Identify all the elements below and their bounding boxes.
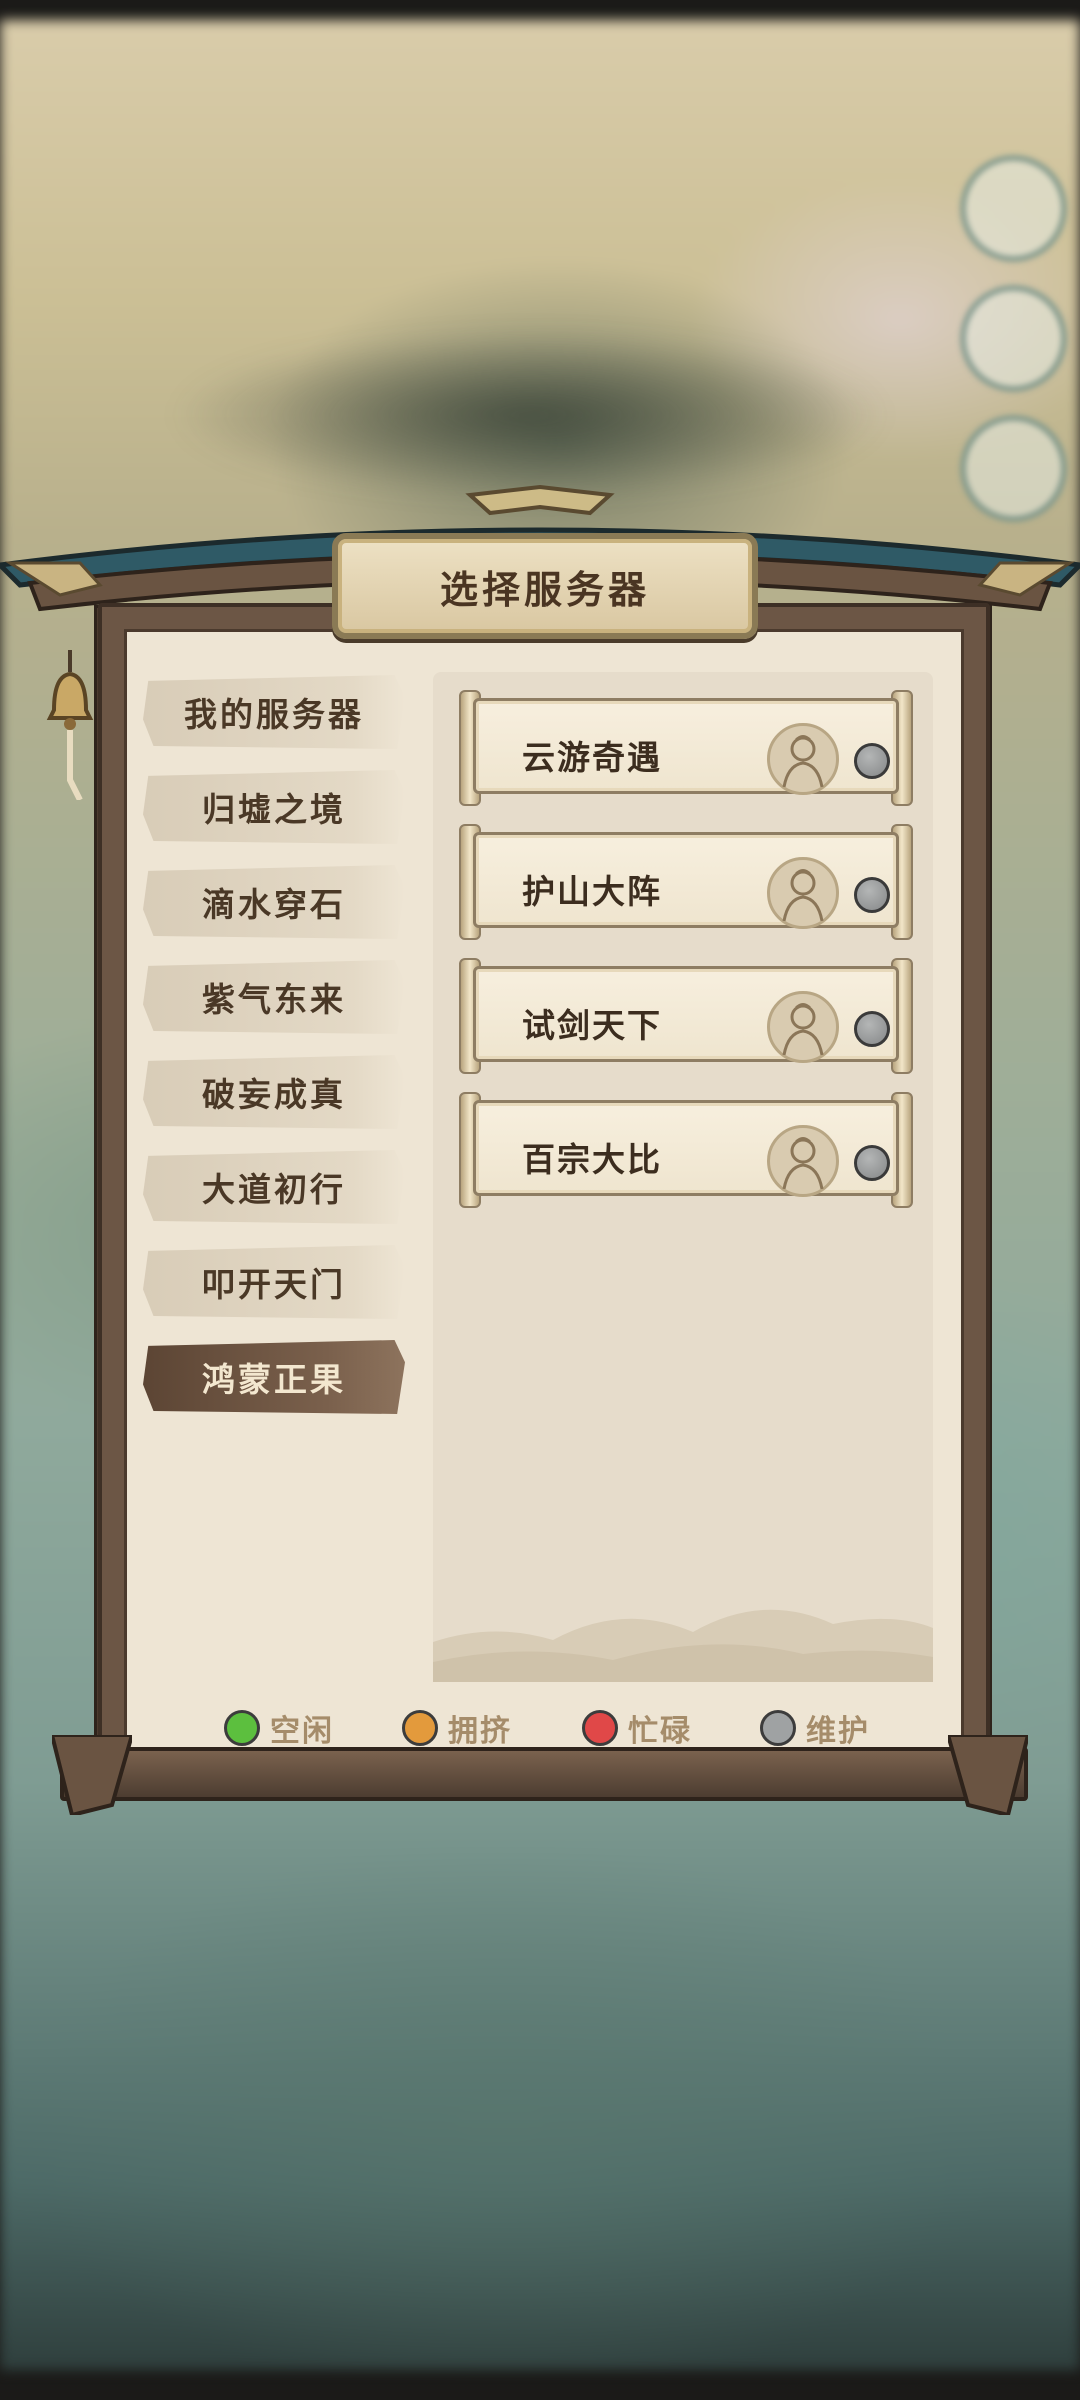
idle-status-icon [224,1710,260,1746]
background-circle-button [960,155,1067,262]
sidebar-item-koukai[interactable]: 叩开天门 [143,1245,405,1319]
sidebar-item-label: 我的服务器 [184,695,364,734]
sidebar-item-label: 鸿蒙正果 [202,1360,346,1399]
sidebar-item-label: 归墟之境 [202,790,346,829]
dialog-title: 选择服务器 [439,567,650,612]
legend-idle: 空闲 [224,1706,334,1750]
server-category-sidebar: 我的服务器 归墟之境 滴水穿石 紫气东来 破妄成真 大道初行 叩开天门 鸿蒙正果 [143,675,413,1435]
server-card[interactable]: 试剑天下 [459,958,913,1074]
busy-status-icon [582,1710,618,1746]
sidebar-item-label: 叩开天门 [202,1265,346,1304]
sidebar-item-label: 破妄成真 [202,1075,346,1114]
dialog-base [60,1747,1028,1801]
sidebar-item-guixu[interactable]: 归墟之境 [143,770,405,844]
background-circle-button [960,285,1067,392]
server-card[interactable]: 云游奇遇 [459,690,913,806]
sidebar-item-dishui[interactable]: 滴水穿石 [143,865,405,939]
dialog-title-plate: 选择服务器 [332,533,758,639]
legend-label: 维护 [806,1714,870,1749]
status-maintenance-icon [854,1011,890,1047]
legend-label: 空闲 [270,1714,334,1749]
sidebar-item-my-servers[interactable]: 我的服务器 [143,675,405,749]
legend-maintenance: 维护 [760,1706,870,1750]
server-card[interactable]: 护山大阵 [459,824,913,940]
sidebar-item-powang[interactable]: 破妄成真 [143,1055,405,1129]
bell-icon [46,650,94,800]
sidebar-item-dadao[interactable]: 大道初行 [143,1150,405,1224]
server-card[interactable]: 百宗大比 [459,1092,913,1208]
character-avatar-icon [767,723,839,795]
right-foot-ornament [948,1735,1028,1815]
legend-busy: 忙碌 [582,1706,692,1750]
character-avatar-icon [767,857,839,929]
legend-label: 拥挤 [448,1714,512,1749]
server-name: 云游奇遇 [522,738,662,777]
status-maintenance-icon [854,743,890,779]
mountain-decoration [433,1609,933,1682]
crowded-status-icon [402,1710,438,1746]
status-maintenance-icon [854,877,890,913]
sidebar-item-label: 大道初行 [202,1170,346,1209]
sidebar-item-ziqi[interactable]: 紫气东来 [143,960,405,1034]
sidebar-item-label: 滴水穿石 [202,885,346,924]
maintenance-status-icon [760,1710,796,1746]
character-avatar-icon [767,991,839,1063]
legend-crowded: 拥挤 [402,1706,512,1750]
character-avatar-icon [767,1125,839,1197]
background-logo [170,330,890,500]
sidebar-item-label: 紫气东来 [202,980,346,1019]
sidebar-item-hongmeng[interactable]: 鸿蒙正果 [143,1340,405,1414]
server-name: 试剑天下 [522,1006,662,1045]
legend-label: 忙碌 [628,1714,692,1749]
status-maintenance-icon [854,1145,890,1181]
left-foot-ornament [52,1735,132,1815]
server-name: 百宗大比 [522,1140,662,1179]
server-name: 护山大阵 [522,872,662,911]
